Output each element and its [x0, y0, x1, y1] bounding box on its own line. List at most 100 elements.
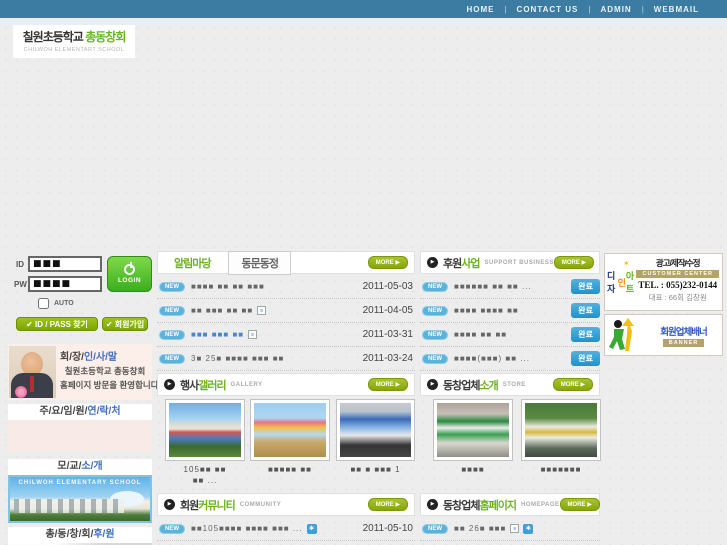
homepage-header: ▶ 동창업체홈페이지 HOMEPAGE MORE ▶ — [420, 493, 600, 516]
play-icon: ▶ — [427, 257, 438, 268]
tab-notice[interactable]: 알림마당 — [164, 255, 220, 271]
chairman-title-blue: 인/사/말 — [83, 352, 118, 363]
community-row-title: ■■105■■■■ ■■■■ ■■■ ... — [191, 524, 303, 533]
store-photo — [437, 403, 509, 457]
community-header: ▶ 회원커뮤니티 COMMUNITY MORE ▶ — [157, 493, 415, 516]
notice-row-date: 2011-03-24 — [362, 353, 413, 364]
new-badge: NEW — [159, 329, 185, 340]
support-business-list: NEW ■■■■■■ ■■ ■■ ... 완료 NEW ■■■■ ■■■■ ■■… — [420, 275, 600, 371]
tab-alumni-news[interactable]: 동문동정 — [228, 250, 291, 275]
topbar-admin-link[interactable]: ADMIN — [590, 5, 641, 14]
store-caption[interactable]: ■■■■ — [433, 464, 513, 475]
member-banner-title: 회원업체배너 — [660, 326, 707, 338]
school-photo[interactable]: CHILWOH ELEMENTARY SCHOOL — [8, 475, 152, 523]
community-row[interactable]: NEW ■■105■■■■ ■■■■ ■■■ ... ✱ 2011-05-10 — [157, 517, 415, 541]
ad-phone-number: TEL. : 055)232-0144 — [638, 280, 718, 290]
ad-representative: 대표 : 66회 김창원 — [648, 293, 707, 302]
new-badge: NEW — [422, 353, 448, 364]
member-banner-ad[interactable]: 회원업체배너 BANNER — [604, 314, 723, 356]
star-icon: ✱ — [306, 523, 317, 534]
topbar-home-link[interactable]: HOME — [456, 5, 504, 14]
gallery-caption[interactable]: ■■ ■ ■■■ 1 — [336, 464, 415, 475]
contact-title-blue: 연/락/처 — [87, 406, 121, 417]
status-badge-done[interactable]: 완료 — [571, 327, 600, 342]
gallery-thumbnail[interactable] — [165, 399, 245, 461]
chairman-title-black: 회/장/ — [60, 352, 84, 363]
auto-login-label: AUTO — [54, 300, 74, 307]
support-row[interactable]: NEW ■■■■(■■■) ■■ ... 완료 — [420, 347, 600, 371]
notice-row[interactable]: NEW 3■ 25■ ■■■■ ■■■ ■■ 2011-03-24 — [157, 347, 415, 371]
homepage-row-title: ■■ 26■ ■■■ — [454, 524, 507, 533]
welcome-line-2: 홈페이지 방문을 환영합니다. — [60, 380, 161, 390]
store-caption[interactable]: ■■■■■■■ — [521, 464, 601, 475]
notice-row-title: 3■ 25■ ■■■■ ■■■ ■■ — [191, 354, 285, 363]
store-header: ▶ 동창업체소개 STORE MORE ▶ — [420, 373, 600, 396]
sidebar-item-school-intro[interactable]: 모/교/소/개 — [8, 459, 152, 475]
homepage-list: NEW ■■ 26■ ■■■ ≡ ✱ — [420, 517, 600, 541]
support-row[interactable]: NEW ■■■■ ■■■■ ■■ 완료 — [420, 299, 600, 323]
notice-row[interactable]: NEW ■■■ ■■■ ■■ ≡ 2011-03-31 — [157, 323, 415, 347]
design-art-logo: ✶ 디자 인 아트 — [607, 257, 636, 307]
notice-board-header: 알림마당 동문동정 MORE ▶ — [157, 250, 415, 275]
logo-text-part: 인 — [617, 277, 626, 288]
store-subtitle: STORE — [502, 381, 526, 388]
community-title-black: 회원 — [180, 499, 199, 512]
support-more-button[interactable]: MORE ▶ — [553, 256, 595, 269]
notice-more-button[interactable]: MORE ▶ — [367, 256, 408, 269]
notice-row-title: ■■■ ■■■ ■■ — [191, 330, 245, 339]
store-photo — [525, 403, 597, 457]
sidebar-item-officers-contact[interactable]: 주/요/임/원/연/락/처 — [8, 404, 152, 420]
gallery-photo — [340, 403, 411, 457]
status-badge-done[interactable]: 완료 — [571, 351, 600, 366]
school-photo-caption: CHILWOH ELEMENTARY SCHOOL — [18, 480, 142, 486]
notice-row-date: 2011-03-31 — [362, 329, 413, 340]
notice-row[interactable]: NEW ■■ ■■■ ■■ ■■ ≡ 2011-04-05 — [157, 299, 415, 323]
pw-input[interactable] — [28, 276, 102, 292]
new-badge: NEW — [159, 353, 185, 364]
support-row[interactable]: NEW ■■■■ ■■ ■■ 완료 — [420, 323, 600, 347]
logo-text-part: 디자 — [607, 271, 615, 294]
new-badge: NEW — [422, 329, 448, 340]
design-art-ad[interactable]: ✶ 디자 인 아트 광고/제작/수정 CUSTOMER CENTER TEL. : … — [604, 253, 723, 311]
homepage-more-button[interactable]: MORE ▶ — [559, 498, 600, 511]
gallery-caption[interactable]: ■■■■■ ■■ — [250, 464, 330, 475]
notice-row-title: ■■■■ ■■ ■■ ■■■ — [191, 282, 265, 291]
status-badge-done[interactable]: 완료 — [571, 303, 600, 318]
topbar-contact-link[interactable]: CONTACT US — [507, 5, 589, 14]
gallery-title-green: 갤러리 — [198, 379, 226, 392]
store-more-button[interactable]: MORE ▶ — [552, 378, 593, 391]
sidebar-item-alumni-support[interactable]: 총/동/창/회/후/원 — [8, 527, 152, 543]
customer-center-band: CUSTOMER CENTER — [636, 270, 719, 278]
find-idpass-button[interactable]: ✔ ID / PASS 찾기 — [16, 317, 98, 331]
support-side-title-blue: 후/원 — [93, 529, 115, 540]
community-title-green: 커뮤니티 — [198, 499, 235, 512]
logo-school-name: 칠원초등학교 — [22, 30, 84, 44]
homepage-title-black: 동창업체 — [443, 499, 480, 512]
id-input[interactable] — [28, 256, 102, 272]
gallery-thumbnail[interactable] — [250, 399, 330, 461]
gallery-subtitle: GALLERY — [230, 381, 263, 388]
support-row-title: ■■■■ ■■■■ ■■ — [454, 306, 519, 315]
community-list: NEW ■■105■■■■ ■■■■ ■■■ ... ✱ 2011-05-10 — [157, 517, 415, 541]
join-button[interactable]: ✔ 회원가입 — [102, 317, 148, 331]
store-thumbnail[interactable] — [433, 399, 513, 461]
notice-row[interactable]: NEW ■■■■ ■■ ■■ ■■■ 2011-05-03 — [157, 275, 415, 299]
site-logo[interactable]: 칠원초등학교 총동창회 CHILWOH ELEMENTART SCHOOL — [13, 25, 135, 58]
auto-login-checkbox[interactable] — [38, 298, 49, 309]
status-badge-done[interactable]: 완료 — [571, 279, 600, 294]
topbar: HOME | CONTACT US | ADMIN | WEBMAIL — [0, 0, 727, 18]
contact-title-black: 주/요/임/원/ — [39, 406, 88, 417]
play-icon: ▶ — [427, 379, 438, 390]
school-building-shape — [14, 499, 124, 513]
community-more-button[interactable]: MORE ▶ — [367, 498, 408, 511]
homepage-row[interactable]: NEW ■■ 26■ ■■■ ≡ ✱ — [420, 517, 600, 541]
gallery-more-button[interactable]: MORE ▶ — [367, 378, 408, 391]
login-button[interactable]: LOGIN — [107, 256, 152, 292]
support-row[interactable]: NEW ■■■■■■ ■■ ■■ ... 완료 — [420, 275, 600, 299]
store-thumbnail[interactable] — [521, 399, 601, 461]
chairman-greeting-box[interactable]: 회/장/인/사/말 칠원초등학교 총동창회 홈페이지 방문을 환영합니다. — [8, 344, 161, 400]
gallery-caption[interactable]: 105■■ ■■ ■■ ... — [165, 464, 245, 486]
gallery-thumbnail[interactable] — [336, 399, 415, 461]
topbar-webmail-link[interactable]: WEBMAIL — [644, 5, 709, 14]
play-icon: ▶ — [427, 499, 438, 510]
